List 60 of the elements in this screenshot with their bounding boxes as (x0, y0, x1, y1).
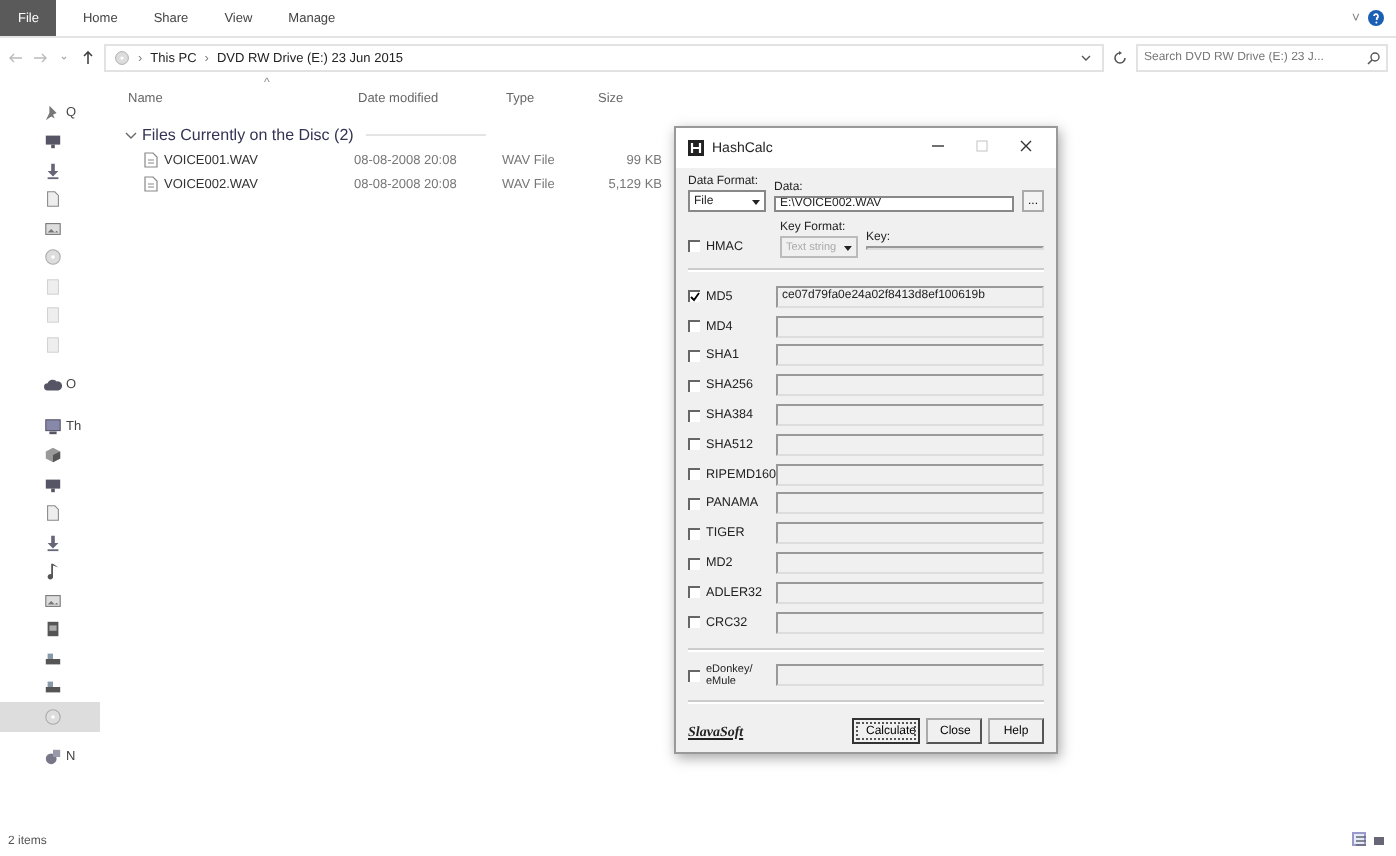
download-icon (44, 533, 62, 552)
up-arrow-icon[interactable] (80, 50, 96, 66)
large-icons-view-button[interactable] (1370, 832, 1384, 846)
details-view-button[interactable] (1352, 832, 1366, 846)
checkbox[interactable] (688, 497, 700, 510)
checkbox[interactable] (688, 527, 700, 540)
search-icon (1366, 50, 1382, 66)
picture-icon (44, 219, 62, 238)
audio-file-icon (144, 152, 158, 168)
music-icon (44, 562, 62, 581)
document-icon (44, 504, 62, 523)
cloud-icon (44, 376, 62, 395)
hash-result-field[interactable] (776, 581, 1044, 604)
disc-icon (114, 50, 130, 66)
checkbox[interactable] (688, 586, 700, 599)
drive-icon (44, 678, 62, 697)
desktop-icon (44, 475, 62, 494)
document-icon (44, 190, 62, 209)
hash-result-field[interactable] (776, 404, 1044, 427)
hash-result-field[interactable] (776, 463, 1044, 486)
cube-icon (44, 446, 62, 465)
back-icon[interactable] (8, 50, 24, 66)
hash-result-field[interactable] (776, 344, 1044, 367)
checkbox[interactable] (688, 349, 700, 362)
hash-result-field[interactable] (776, 374, 1044, 397)
picture-icon (44, 591, 62, 610)
hash-result-field[interactable] (776, 315, 1044, 338)
audio-file-icon (144, 176, 158, 192)
checkbox[interactable] (688, 379, 700, 392)
app-icon (688, 140, 704, 156)
hash-result-field[interactable] (776, 552, 1044, 575)
desktop-icon (44, 132, 62, 151)
checkbox[interactable] (688, 557, 700, 570)
checkbox[interactable] (688, 240, 700, 252)
group-header[interactable]: Files Currently on the Disc (2) (142, 126, 354, 144)
hash-result-field[interactable] (776, 492, 1044, 515)
disc-icon (44, 248, 62, 267)
network-icon (44, 748, 62, 767)
refresh-icon[interactable] (1112, 50, 1128, 66)
checkbox[interactable] (688, 290, 700, 303)
checkbox[interactable] (688, 438, 700, 451)
download-icon (44, 161, 62, 180)
hash-result-field[interactable] (776, 522, 1044, 545)
forward-icon[interactable] (32, 50, 48, 66)
checkbox[interactable] (688, 669, 700, 682)
hash-result-field[interactable] (776, 664, 1044, 687)
drive-icon (44, 649, 62, 668)
dropdown-arrow-icon (842, 241, 854, 253)
hash-result-field[interactable] (776, 433, 1044, 456)
checkbox[interactable] (688, 320, 700, 333)
video-icon (44, 620, 62, 639)
pc-icon (44, 417, 62, 436)
checkbox[interactable] (688, 616, 700, 629)
hash-result-field[interactable] (776, 611, 1044, 634)
dropdown-arrow-icon (750, 195, 762, 207)
checkbox[interactable] (688, 468, 700, 481)
disc-icon (44, 707, 62, 726)
help-icon[interactable] (1368, 10, 1384, 26)
checkbox[interactable] (688, 409, 700, 422)
chevron-icon[interactable] (124, 128, 138, 142)
